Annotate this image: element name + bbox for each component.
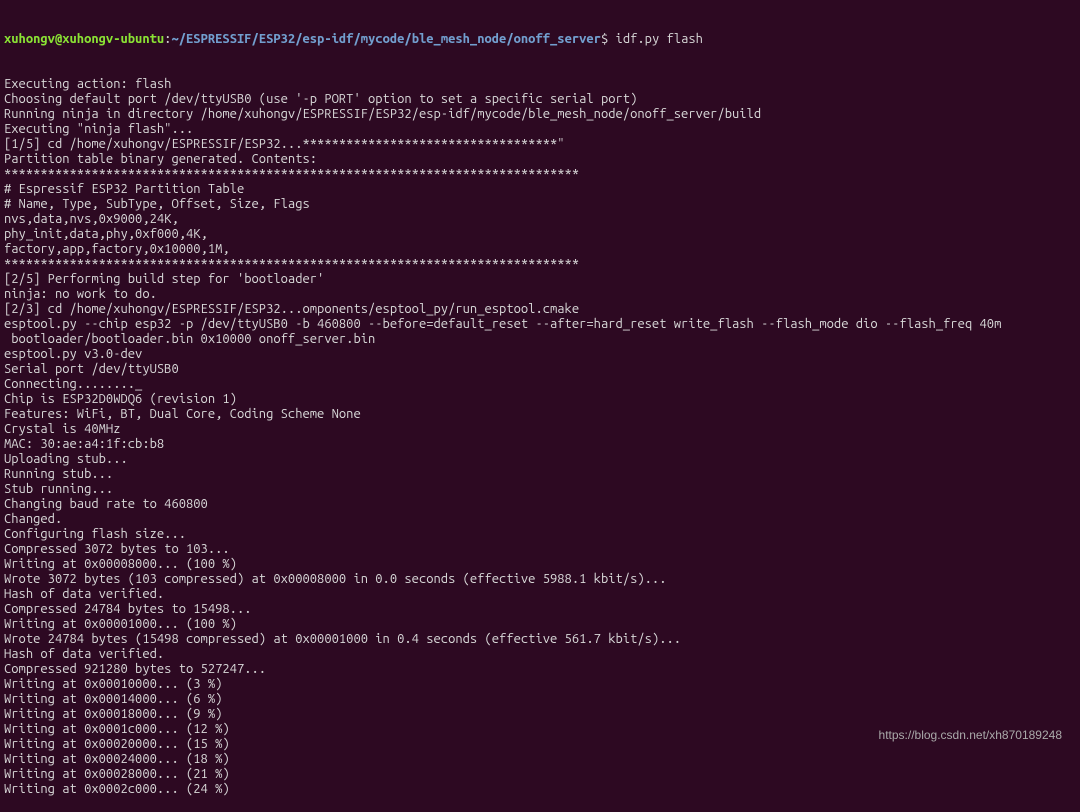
- output-line: Executing action: flash: [4, 77, 1076, 92]
- output-line: [2/3] cd /home/xuhongv/ESPRESSIF/ESP32..…: [4, 302, 1076, 317]
- output-line: Writing at 0x00008000... (100 %): [4, 557, 1076, 572]
- terminal-window[interactable]: xuhongv@xuhongv-ubuntu:~/ESPRESSIF/ESP32…: [4, 2, 1076, 812]
- output-line: Running stub...: [4, 467, 1076, 482]
- output-line: Changed.: [4, 512, 1076, 527]
- output-line: Changing baud rate to 460800: [4, 497, 1076, 512]
- prompt-cwd: ~/ESPRESSIF/ESP32/esp-idf/mycode/ble_mes…: [171, 32, 601, 46]
- output-line: factory,app,factory,0x10000,1M,: [4, 242, 1076, 257]
- output-line: Compressed 3072 bytes to 103...: [4, 542, 1076, 557]
- output-line: Features: WiFi, BT, Dual Core, Coding Sc…: [4, 407, 1076, 422]
- output-line: Partition table binary generated. Conten…: [4, 152, 1076, 167]
- output-line: Writing at 0x00024000... (18 %): [4, 752, 1076, 767]
- output-line: Writing at 0x0002c000... (24 %): [4, 782, 1076, 797]
- output-line: Running ninja in directory /home/xuhongv…: [4, 107, 1076, 122]
- output-line: Writing at 0x00014000... (6 %): [4, 692, 1076, 707]
- output-line: Wrote 24784 bytes (15498 compressed) at …: [4, 632, 1076, 647]
- output-line: Configuring flash size...: [4, 527, 1076, 542]
- watermark-text: https://blog.csdn.net/xh870189248: [879, 728, 1062, 743]
- output-line: Serial port /dev/ttyUSB0: [4, 362, 1076, 377]
- output-line: ****************************************…: [4, 167, 1076, 182]
- output-line: Compressed 921280 bytes to 527247...: [4, 662, 1076, 677]
- command-input[interactable]: idf.py flash: [616, 32, 703, 46]
- output-line: [1/5] cd /home/xuhongv/ESPRESSIF/ESP32..…: [4, 137, 1076, 152]
- output-line: Uploading stub...: [4, 452, 1076, 467]
- output-line: Connecting........_: [4, 377, 1076, 392]
- output-line: Choosing default port /dev/ttyUSB0 (use …: [4, 92, 1076, 107]
- output-line: ninja: no work to do.: [4, 287, 1076, 302]
- output-line: Chip is ESP32D0WDQ6 (revision 1): [4, 392, 1076, 407]
- output-line: # Espressif ESP32 Partition Table: [4, 182, 1076, 197]
- output-line: Writing at 0x00018000... (9 %): [4, 707, 1076, 722]
- output-line: Crystal is 40MHz: [4, 422, 1076, 437]
- output-line: esptool.py --chip esp32 -p /dev/ttyUSB0 …: [4, 317, 1076, 332]
- output-line: MAC: 30:ae:a4:1f:cb:b8: [4, 437, 1076, 452]
- output-line: ****************************************…: [4, 257, 1076, 272]
- output-line: Writing at 0x00010000... (3 %): [4, 677, 1076, 692]
- output-line: Hash of data verified.: [4, 647, 1076, 662]
- output-line: # Name, Type, SubType, Offset, Size, Fla…: [4, 197, 1076, 212]
- output-line: Stub running...: [4, 482, 1076, 497]
- output-line: Hash of data verified.: [4, 587, 1076, 602]
- output-line: phy_init,data,phy,0xf000,4K,: [4, 227, 1076, 242]
- output-line: bootloader/bootloader.bin 0x10000 onoff_…: [4, 332, 1076, 347]
- output-line: Writing at 0x00028000... (21 %): [4, 767, 1076, 782]
- output-line: [2/5] Performing build step for 'bootloa…: [4, 272, 1076, 287]
- output-line: Writing at 0x00001000... (100 %): [4, 617, 1076, 632]
- output-line: esptool.py v3.0-dev: [4, 347, 1076, 362]
- terminal-output: Executing action: flashChoosing default …: [4, 77, 1076, 797]
- output-line: Compressed 24784 bytes to 15498...: [4, 602, 1076, 617]
- output-line: Executing "ninja flash"...: [4, 122, 1076, 137]
- output-line: Wrote 3072 bytes (103 compressed) at 0x0…: [4, 572, 1076, 587]
- output-line: nvs,data,nvs,0x9000,24K,: [4, 212, 1076, 227]
- prompt-line: xuhongv@xuhongv-ubuntu:~/ESPRESSIF/ESP32…: [4, 32, 1076, 47]
- prompt-user-host: xuhongv@xuhongv-ubuntu: [4, 32, 164, 46]
- prompt-dollar: $: [601, 32, 616, 46]
